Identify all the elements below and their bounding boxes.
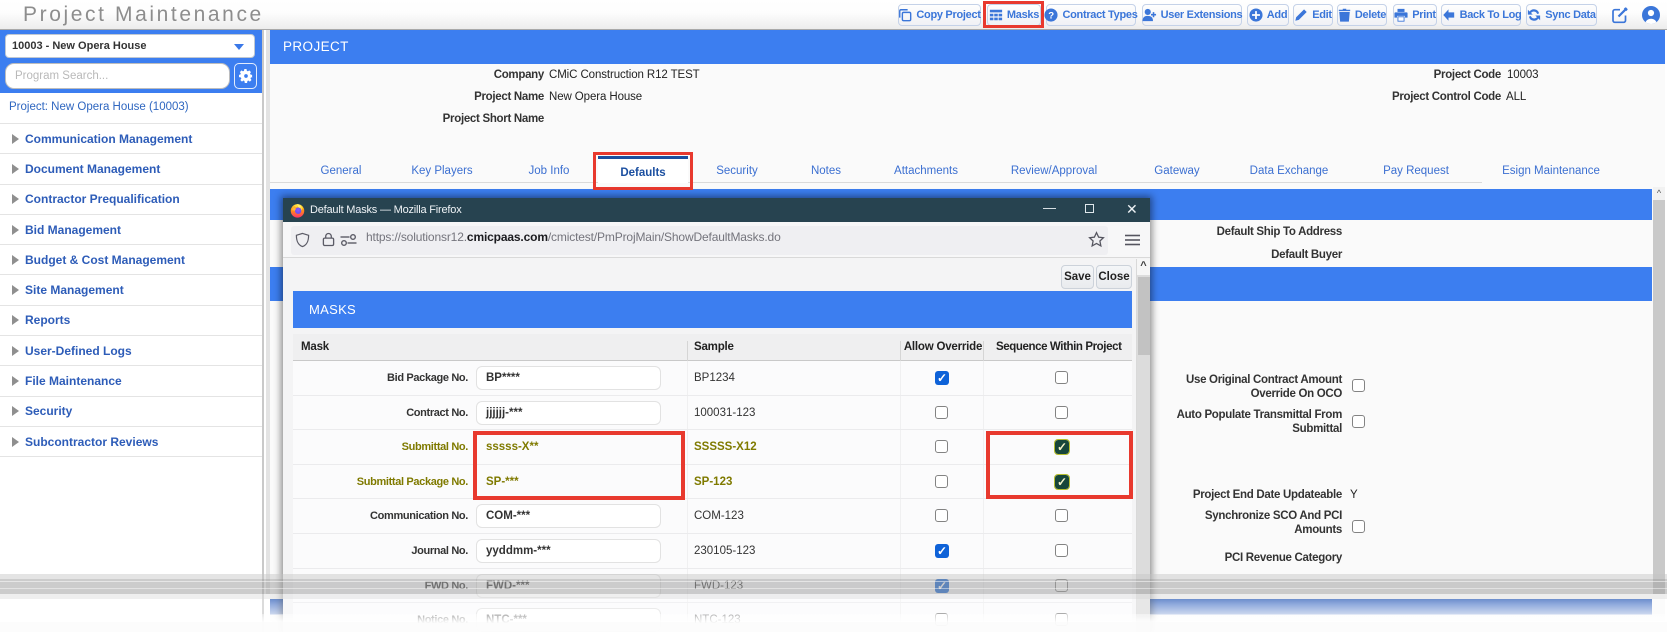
- svg-text:?: ?: [1049, 11, 1055, 22]
